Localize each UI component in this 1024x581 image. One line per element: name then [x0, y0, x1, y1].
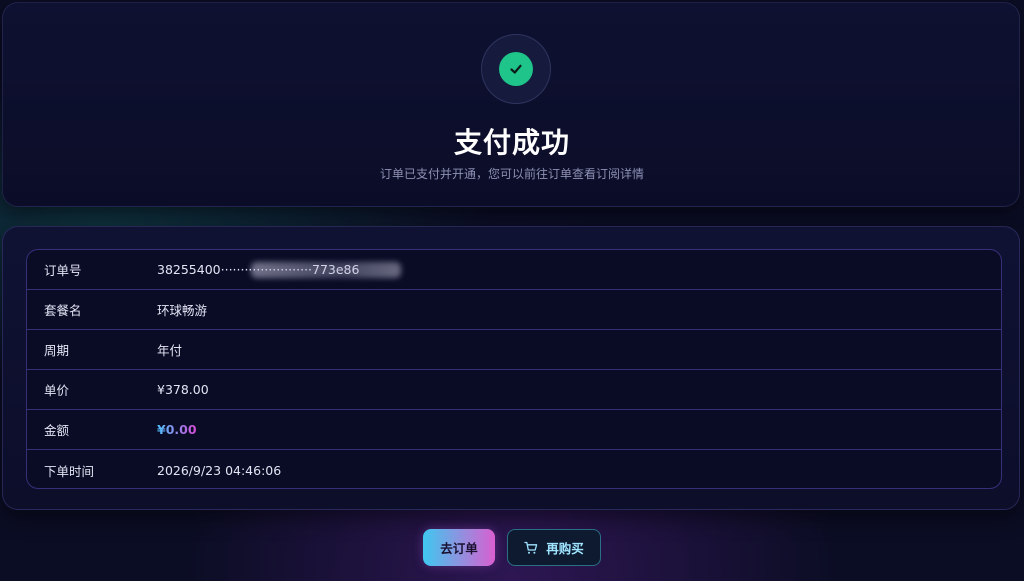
go-to-orders-button[interactable]: 去订单 — [423, 529, 495, 566]
checkmark-icon — [510, 64, 522, 74]
buy-again-button[interactable]: 再购买 — [507, 529, 601, 566]
check-circle-icon — [499, 52, 533, 86]
page-title: 支付成功 — [453, 126, 570, 159]
amount-value: ¥0.00 — [157, 422, 197, 437]
unit-price-value: ¥378.00 — [157, 382, 209, 397]
plan-name-value: 环球畅游 — [157, 303, 208, 318]
unit-price-label: 单价 — [44, 383, 70, 398]
amount-label: 金额 — [44, 423, 70, 438]
success-icon-ring — [481, 34, 551, 104]
order-details-table: 订单号 38255400·······················773e8… — [26, 249, 1002, 489]
page-subtitle: 订单已支付并开通，您可以前往订单查看订阅详情 — [379, 167, 644, 181]
cart-icon — [524, 541, 538, 555]
period-label: 周期 — [44, 343, 70, 358]
order-time-label: 下单时间 — [44, 463, 95, 479]
row-period: 周期 年付 — [27, 330, 1001, 370]
payment-success-page: 支付成功 订单已支付并开通，您可以前往订单查看订阅详情 订单号 38255400… — [0, 0, 1024, 581]
row-unit-price: 单价 ¥378.00 — [27, 370, 1001, 410]
buy-again-label: 再购买 — [546, 541, 584, 556]
redaction-blur — [251, 262, 401, 278]
row-order-number: 订单号 38255400·······················773e8… — [27, 250, 1001, 290]
row-amount: 金额 ¥0.00 — [27, 410, 1001, 450]
go-to-orders-label: 去订单 — [440, 541, 478, 556]
row-plan-name: 套餐名 环球畅游 — [27, 290, 1001, 330]
order-details-card: 订单号 38255400·······················773e8… — [2, 226, 1020, 510]
plan-name-label: 套餐名 — [44, 303, 82, 318]
row-order-time: 下单时间 2026/9/23 04:46:06 — [27, 450, 1001, 488]
success-banner: 支付成功 订单已支付并开通，您可以前往订单查看订阅详情 — [2, 2, 1020, 207]
period-value: 年付 — [157, 343, 183, 358]
order-number-label: 订单号 — [44, 263, 82, 278]
order-time-value: 2026/9/23 04:46:06 — [157, 462, 282, 478]
